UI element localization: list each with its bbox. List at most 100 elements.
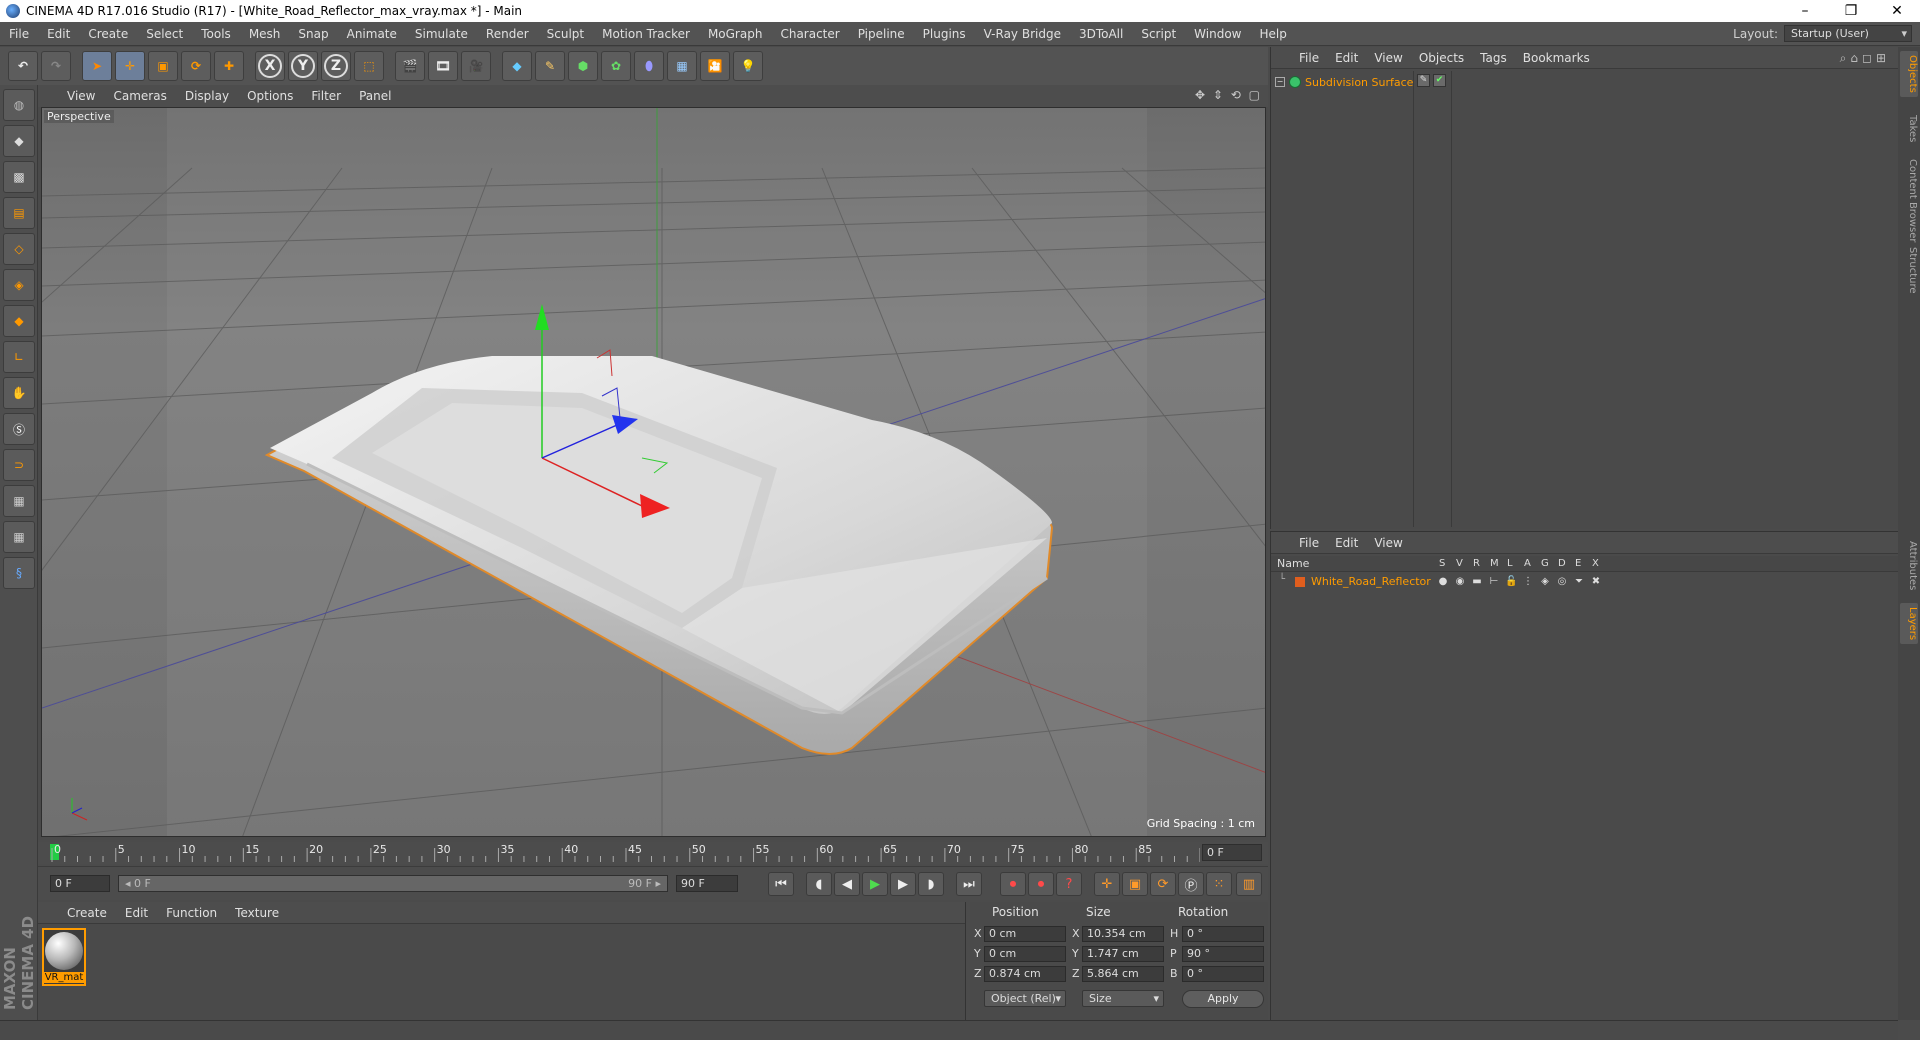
object-name[interactable]: Subdivision Surface: [1305, 76, 1413, 89]
layer-name[interactable]: White_Road_Reflector: [1311, 575, 1431, 588]
coordinate-system-button[interactable]: ⬚: [354, 51, 384, 81]
manager-icon[interactable]: ⊢: [1488, 576, 1500, 588]
menu-mograph[interactable]: MoGraph: [699, 22, 772, 46]
tab-structure[interactable]: Structure: [1900, 243, 1918, 298]
go-to-start-button[interactable]: ⏮: [768, 872, 794, 896]
menu-edit[interactable]: Edit: [38, 22, 79, 46]
add-spline-button[interactable]: ✎: [535, 51, 565, 81]
edges-mode-button[interactable]: ◈: [3, 269, 35, 301]
layer-menu-view[interactable]: View: [1366, 536, 1410, 550]
flag-manager-header[interactable]: M: [1490, 558, 1499, 569]
flag-render-header[interactable]: R: [1473, 558, 1480, 569]
timeline-ruler[interactable]: 0 5 10 15 20 25 30 35 40 45 50 55 60 65 …: [38, 842, 1268, 864]
position-z-field[interactable]: 0.874 cm: [984, 966, 1066, 982]
locked-workplane-button[interactable]: ▦: [3, 485, 35, 517]
flag-solo-header[interactable]: S: [1439, 558, 1445, 569]
material-menu-texture[interactable]: Texture: [226, 906, 288, 920]
menu-snap[interactable]: Snap: [289, 22, 337, 46]
menu-select[interactable]: Select: [137, 22, 192, 46]
next-frame-button[interactable]: ▶: [890, 872, 916, 896]
live-selection-button[interactable]: ➤: [82, 51, 112, 81]
object-menu-tags[interactable]: Tags: [1472, 51, 1515, 65]
key-parameter-button[interactable]: Ⓟ: [1178, 872, 1204, 896]
menu-3dtoall[interactable]: 3DToAll: [1070, 22, 1132, 46]
end-frame-field[interactable]: 90 F: [676, 875, 738, 892]
key-scale-button[interactable]: ▣: [1122, 872, 1148, 896]
menu-simulate[interactable]: Simulate: [406, 22, 477, 46]
next-key-button[interactable]: ◗: [918, 872, 944, 896]
rotation-p-field[interactable]: 90 °: [1182, 946, 1264, 962]
layer-color-swatch[interactable]: [1295, 577, 1305, 587]
material-menu-edit[interactable]: Edit: [116, 906, 157, 920]
menu-create[interactable]: Create: [79, 22, 137, 46]
material-menu-create[interactable]: Create: [58, 906, 116, 920]
previous-frame-button[interactable]: ◀: [834, 872, 860, 896]
perspective-viewport[interactable]: Perspective Grid Spacing : 1 cm: [41, 107, 1266, 837]
flag-generators-header[interactable]: G: [1541, 558, 1549, 569]
flag-view-header[interactable]: V: [1456, 558, 1463, 569]
menu-mesh[interactable]: Mesh: [240, 22, 290, 46]
axis-mode-button[interactable]: ∟: [3, 341, 35, 373]
add-deformer-button[interactable]: ⬮: [634, 51, 664, 81]
object-menu-file[interactable]: File: [1291, 51, 1327, 65]
enable-snap-button[interactable]: ⊃: [3, 449, 35, 481]
tab-attributes[interactable]: Attributes: [1900, 537, 1918, 594]
recent-tools-button[interactable]: ✚: [214, 51, 244, 81]
planar-workplane-button[interactable]: ▦: [3, 521, 35, 553]
rotate-tool-button[interactable]: ⟳: [181, 51, 211, 81]
menu-animate[interactable]: Animate: [338, 22, 406, 46]
object-menu-edit[interactable]: Edit: [1327, 51, 1366, 65]
close-button[interactable]: ✕: [1874, 0, 1920, 22]
position-x-field[interactable]: 0 cm: [984, 926, 1066, 942]
current-frame-field[interactable]: 0 F: [1202, 844, 1262, 861]
menu-file[interactable]: File: [0, 22, 38, 46]
viewport-navigation-icons[interactable]: ✥ ⇕ ⟲ ▢: [1195, 88, 1262, 102]
viewport-menu-display[interactable]: Display: [176, 89, 238, 103]
menu-render[interactable]: Render: [477, 22, 538, 46]
menu-motion-tracker[interactable]: Motion Tracker: [593, 22, 699, 46]
polygons-mode-button[interactable]: ◆: [3, 305, 35, 337]
points-mode-button[interactable]: ◇: [3, 233, 35, 265]
render-picture-viewer-button[interactable]: 🎞: [428, 51, 458, 81]
lock-icon[interactable]: 🔓: [1505, 576, 1517, 588]
make-editable-button[interactable]: ◍: [3, 89, 35, 121]
add-light-button[interactable]: 💡: [733, 51, 763, 81]
play-button[interactable]: ▶: [862, 872, 888, 896]
model-mode-button[interactable]: ◆: [3, 125, 35, 157]
animation-icon[interactable]: ⋮: [1522, 576, 1534, 588]
redo-button[interactable]: ↷: [41, 51, 71, 81]
layout-dropdown[interactable]: Startup (User): [1784, 25, 1912, 42]
move-tool-button[interactable]: ✛: [115, 51, 145, 81]
object-row-subdivision-surface[interactable]: − Subdivision Surface: [1275, 73, 1413, 91]
object-menu-bookmarks[interactable]: Bookmarks: [1515, 51, 1598, 65]
apply-button[interactable]: Apply: [1182, 990, 1264, 1008]
expressions-icon[interactable]: ⏷: [1573, 576, 1585, 588]
add-cube-button[interactable]: ◆: [502, 51, 532, 81]
workplane-mode-button[interactable]: ▤: [3, 197, 35, 229]
previous-key-button[interactable]: ◖: [806, 872, 832, 896]
menu-tools[interactable]: Tools: [192, 22, 240, 46]
viewport-menu-filter[interactable]: Filter: [302, 89, 350, 103]
add-subdivision-button[interactable]: ⬢: [568, 51, 598, 81]
add-array-button[interactable]: ✿: [601, 51, 631, 81]
generators-icon[interactable]: ◈: [1539, 576, 1551, 588]
flag-animation-header[interactable]: A: [1524, 558, 1531, 569]
tab-layers[interactable]: Layers: [1900, 603, 1918, 645]
menu-window[interactable]: Window: [1185, 22, 1250, 46]
x-axis-lock-button[interactable]: X: [255, 51, 285, 81]
edit-render-toggle-icon[interactable]: ✎: [1417, 74, 1430, 87]
key-position-button[interactable]: ✛: [1094, 872, 1120, 896]
texture-mode-button[interactable]: ▩: [3, 161, 35, 193]
flag-locked-header[interactable]: L: [1507, 558, 1513, 569]
menu-pipeline[interactable]: Pipeline: [849, 22, 914, 46]
snap-button[interactable]: Ⓢ: [3, 413, 35, 445]
solo-dot-icon[interactable]: ●: [1437, 576, 1449, 588]
size-mode-dropdown[interactable]: Size: [1082, 990, 1164, 1007]
timeline-window-button[interactable]: ▥: [1236, 872, 1262, 896]
view-eye-icon[interactable]: ◉: [1454, 576, 1466, 588]
expand-collapse-icon[interactable]: −: [1275, 77, 1285, 87]
enabled-checkmark-icon[interactable]: ✔: [1433, 74, 1446, 87]
undo-button[interactable]: ↶: [8, 51, 38, 81]
python-script-button[interactable]: §: [3, 557, 35, 589]
rotation-b-field[interactable]: 0 °: [1182, 966, 1264, 982]
